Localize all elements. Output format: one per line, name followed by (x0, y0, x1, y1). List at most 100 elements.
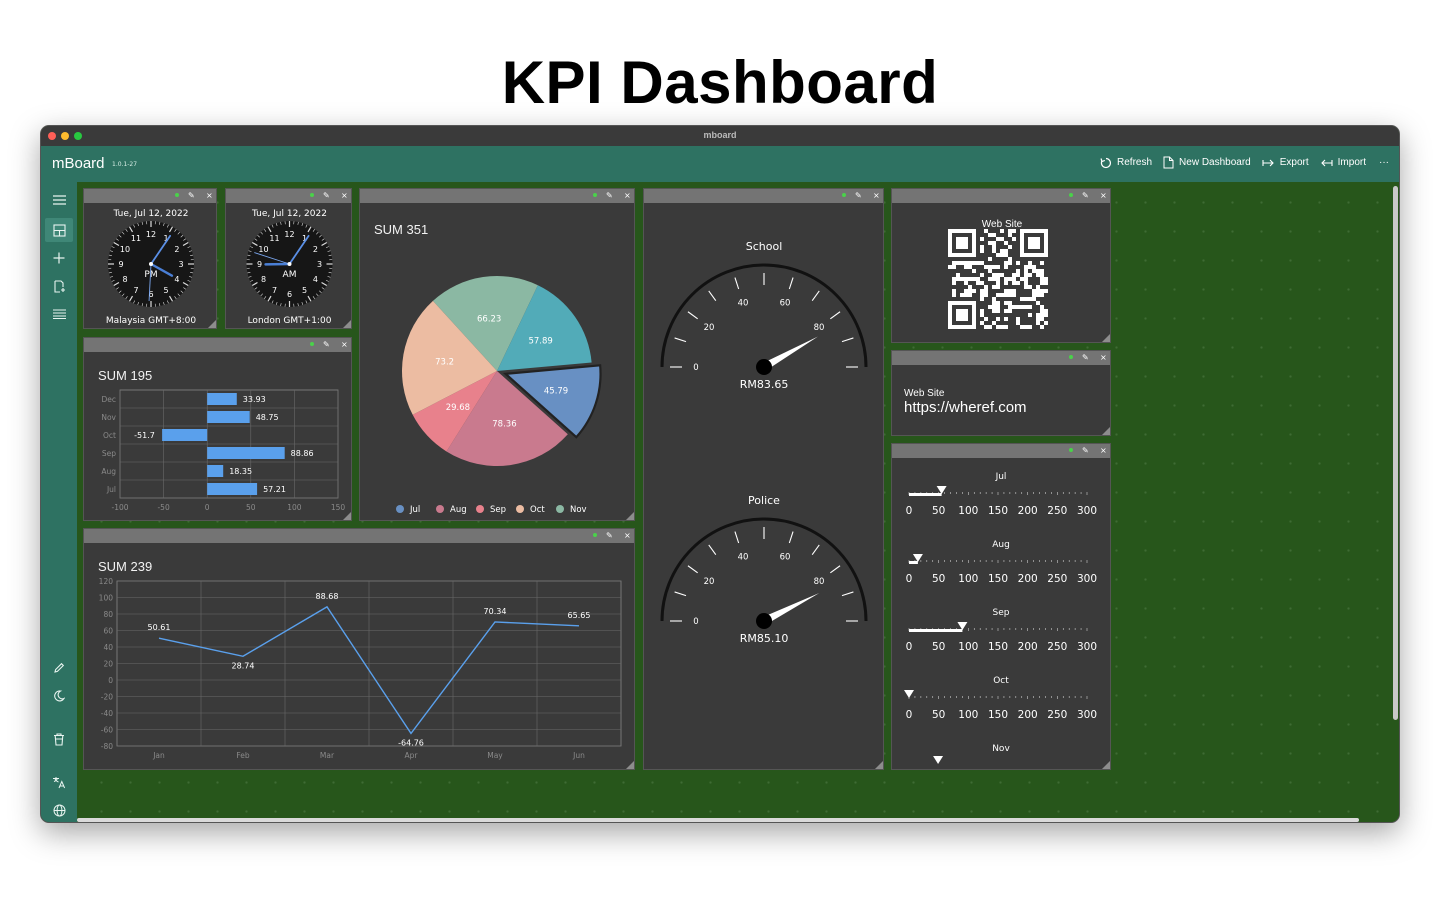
qr-module (956, 229, 960, 233)
pin-icon[interactable]: ✎ (188, 191, 195, 201)
export-button[interactable]: Export (1262, 157, 1309, 168)
import-button[interactable]: Import (1320, 157, 1366, 168)
qr-module (988, 325, 992, 329)
resize-handle[interactable] (1102, 334, 1110, 342)
app-brand: mBoard (52, 155, 105, 172)
pin-icon[interactable]: ✎ (323, 340, 330, 350)
pin-icon[interactable]: ✎ (855, 191, 862, 201)
status-dot (842, 193, 846, 197)
clock-number: 10 (258, 245, 268, 254)
qr-module (992, 265, 996, 269)
pin-icon[interactable]: ✎ (1082, 191, 1089, 201)
close-icon[interactable]: × (1100, 446, 1107, 456)
close-icon[interactable]: × (206, 191, 213, 201)
clock-number: 11 (269, 234, 279, 243)
qr-module (1020, 249, 1024, 253)
resize-handle[interactable] (875, 761, 883, 769)
clock-number: 8 (122, 275, 127, 284)
close-icon[interactable]: × (1100, 191, 1107, 201)
clock-widget-london[interactable]: Tue, Jul 12, 2022 12 1 2 3 4 5 6 7 8 9 10 11 AM London… (225, 188, 352, 329)
new-dashboard-button[interactable]: New Dashboard (1163, 156, 1251, 169)
dashboard-grid-icon[interactable] (51, 222, 67, 238)
qr-module (1036, 237, 1040, 241)
slider-scale-label: 200 (1018, 505, 1038, 517)
qr-module (1044, 309, 1048, 313)
qr-module (968, 229, 972, 233)
qr-code-widget[interactable]: Web Site ✎ × (891, 188, 1111, 343)
resize-handle[interactable] (1102, 761, 1110, 769)
slider-thumb (957, 622, 968, 630)
pie-slice-label: 57.89 (528, 337, 552, 347)
clock-widget-malaysia[interactable]: Tue, Jul 12, 2022 12 1 2 3 4 5 6 7 8 9 10 11 PM Malays… (83, 188, 217, 329)
close-icon[interactable]: × (341, 191, 348, 201)
qr-module (1032, 229, 1036, 233)
list-icon[interactable] (51, 306, 67, 322)
pin-icon[interactable]: ✎ (606, 191, 613, 201)
qr-module (988, 257, 992, 261)
translate-icon[interactable] (51, 774, 67, 790)
gauge-widget[interactable]: School 0 20 40 60 80 RM83.65 Police 0 20 40 60 80 RM8… (643, 188, 884, 770)
resize-handle[interactable] (626, 512, 634, 520)
qr-module (960, 245, 964, 249)
qr-module (968, 261, 972, 265)
more-menu-button[interactable]: ··· (1379, 157, 1389, 168)
qr-module (1000, 229, 1004, 233)
y-tick-label: Dec (101, 395, 116, 404)
website-widget[interactable]: Web Site https://wheref.com ✎ × (891, 350, 1111, 436)
clock-number: 12 (284, 230, 294, 239)
qr-module (1008, 305, 1012, 309)
plus-icon[interactable] (51, 250, 67, 266)
qr-module (1036, 253, 1040, 257)
gauge-tick-label: 80 (814, 577, 825, 587)
y-tick-label: 60 (103, 627, 113, 636)
slider-fill (909, 493, 942, 496)
add-datasource-icon[interactable] (51, 278, 67, 294)
qr-module (968, 325, 972, 329)
bar (207, 411, 250, 423)
pin-icon[interactable]: ✎ (606, 531, 613, 541)
widget-header[interactable] (892, 351, 1110, 365)
qr-module (956, 241, 960, 245)
qr-module (1024, 285, 1028, 289)
pin-icon[interactable]: ✎ (1082, 446, 1089, 456)
pencil-icon[interactable] (51, 660, 67, 676)
qr-module (1008, 261, 1012, 265)
horizontal-scrollbar[interactable] (77, 818, 1359, 822)
qr-module (960, 325, 964, 329)
resize-handle[interactable] (343, 512, 351, 520)
qr-module (1032, 253, 1036, 257)
globe-icon[interactable] (51, 802, 67, 818)
close-icon[interactable]: × (873, 191, 880, 201)
refresh-label: Refresh (1117, 157, 1153, 168)
qr-module (964, 229, 968, 233)
gauge-readout: RM85.10 (740, 632, 789, 645)
resize-handle[interactable] (343, 320, 351, 328)
close-icon[interactable]: × (624, 191, 631, 201)
refresh-button[interactable]: Refresh (1100, 157, 1152, 169)
close-icon[interactable]: × (624, 531, 631, 541)
qr-module (1008, 233, 1012, 237)
x-tick-label: -100 (111, 503, 128, 512)
slider-widget[interactable]: Jul 0 50 100 150 200 250 300 Aug 0 50 100 150 200 250 3… (891, 443, 1111, 770)
resize-handle[interactable] (1102, 427, 1110, 435)
close-icon[interactable]: × (341, 340, 348, 350)
slider-scale-label: 150 (988, 641, 1008, 653)
pin-icon[interactable]: ✎ (323, 191, 330, 201)
resize-handle[interactable] (208, 320, 216, 328)
qr-module (1032, 241, 1036, 245)
line-chart-widget[interactable]: SUM 239 -80 -60 -40 -20 0 20 40 60 80 100 120 Jan Fe… (83, 528, 635, 770)
vertical-scrollbar[interactable] (1393, 186, 1398, 720)
pie-chart-widget[interactable]: SUM 351 66.23 57.89 45.79 78.36 29.68 73.2 Jul… (359, 188, 635, 521)
qr-module (956, 253, 960, 257)
resize-handle[interactable] (626, 761, 634, 769)
qr-module (1040, 269, 1044, 273)
moon-icon[interactable] (51, 688, 67, 704)
close-icon[interactable]: × (1100, 353, 1107, 363)
bar-chart-widget[interactable]: SUM 195 -100 -50 0 50 100 150 Dec 33.93 Nov 48.75… (83, 337, 352, 521)
qr-module (952, 301, 956, 305)
website-url-link[interactable]: https://wheref.com (904, 399, 1027, 416)
trash-icon[interactable] (51, 731, 67, 747)
qr-module (1004, 241, 1008, 245)
hamburger-icon[interactable] (51, 192, 67, 208)
pin-icon[interactable]: ✎ (1082, 353, 1089, 363)
